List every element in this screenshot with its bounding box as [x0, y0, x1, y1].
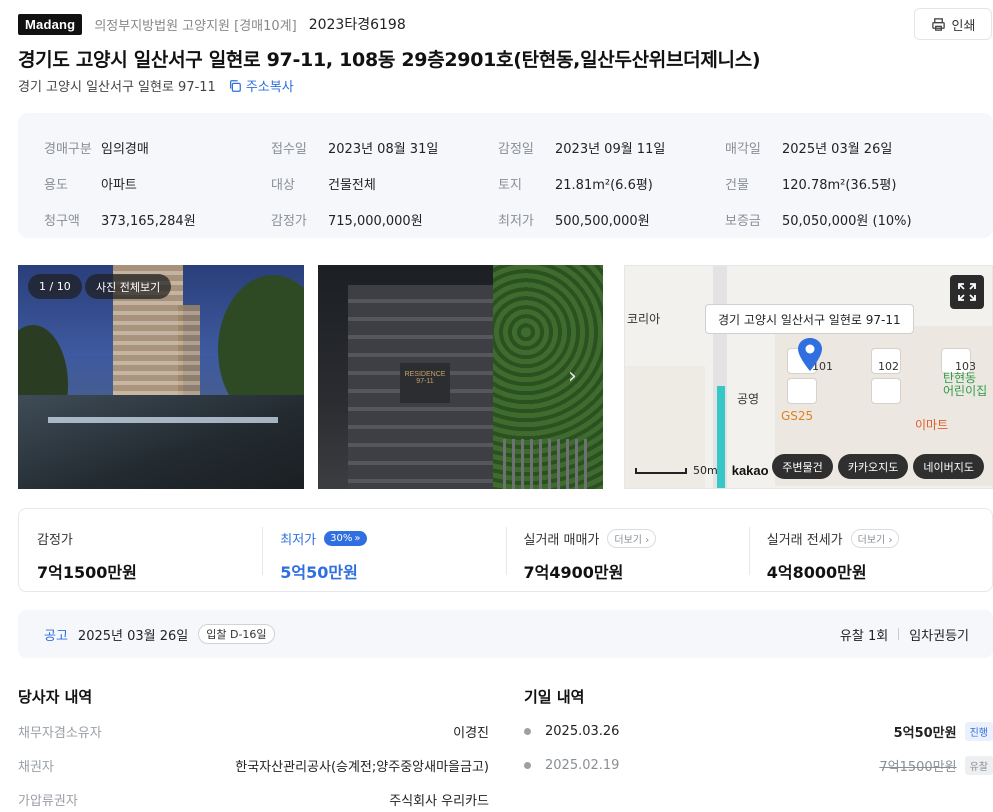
jeonse-price-label-row: 실거래 전세가 더보기 › — [766, 528, 992, 548]
timeline-dot — [524, 761, 531, 769]
auction-info-panel: 경매구분 임의경매 접수일 2023년 08월 31일 감정일 2023년 09월 1… — [18, 113, 993, 238]
appraisal-price-value: 7억1500만원 — [37, 563, 137, 582]
minimum-price-value: 5억50만원 — [280, 563, 358, 582]
map-building — [871, 378, 901, 404]
history-row: 2025.02.19 7억1500만원 유찰 — [524, 755, 993, 775]
map-label-korea: 코리아 — [627, 312, 661, 326]
info-minimum-price: 최저가 500,500,000원 — [498, 213, 650, 229]
map-label-kindergarten: 탄현동 어린이집 — [943, 371, 988, 398]
info-claim-amount: 청구액 373,165,284원 — [44, 213, 196, 229]
map-button-group: 주변물건 카카오지도 네이버지도 — [772, 454, 984, 479]
printer-icon — [931, 17, 945, 31]
map-fullscreen-button[interactable] — [950, 275, 984, 309]
map-address-tooltip: 경기 고양시 일산서구 일현로 97-11 — [705, 304, 914, 334]
copy-icon — [229, 79, 241, 92]
scale-label: 50m — [693, 464, 718, 477]
property-photo-2[interactable]: RESIDENCE 97-11 — [318, 265, 603, 489]
print-label: 인쇄 — [951, 18, 976, 34]
double-chevron-down-icon: » — [354, 532, 361, 544]
case-header: Madang 의정부지방법원 고양지원 [경매10계] 2023타경6198 — [18, 12, 406, 36]
nearby-listings-button[interactable]: 주변물건 — [772, 454, 833, 479]
notice-date: 2025년 03월 26일 — [77, 628, 189, 644]
building-sign: RESIDENCE 97-11 — [400, 363, 450, 403]
history-row: 2025.03.26 5억50만원 진행 — [524, 721, 993, 741]
madang-logo[interactable]: Madang — [18, 13, 83, 35]
chevron-right-icon: › — [645, 534, 650, 546]
map-scale: 50m kakao — [635, 463, 769, 478]
map-dong-102: 102 — [878, 360, 899, 373]
timeline-dot — [524, 727, 531, 735]
jeonse-more-button[interactable]: 더보기 › — [850, 528, 900, 548]
info-appraisal-date: 감정일 2023년 09월 11일 — [498, 141, 666, 157]
minimum-price-label-row: 최저가 30%» — [280, 529, 505, 548]
history-section-title: 기일 내역 — [524, 688, 585, 706]
party-row: 채권자 한국자산관리공사(승계전;양주중앙새마을금고) — [18, 759, 489, 775]
info-appraisal-price: 감정가 715,000,000원 — [271, 213, 423, 229]
location-pin-icon — [798, 338, 822, 371]
kakao-logo: kakao — [731, 463, 769, 478]
lease-registration: 임차권등기 — [909, 628, 969, 644]
map-label-emart: 이마트 — [915, 418, 949, 432]
trade-price-value: 7억4900만원 — [523, 563, 624, 582]
address-line: 경기 고양시 일산서구 일현로 97-11 주소복사 — [18, 76, 294, 95]
scale-bar — [635, 467, 687, 474]
parking-gate — [503, 439, 593, 489]
auction-info-grid: 경매구분 임의경매 접수일 2023년 08월 31일 감정일 2023년 09월 1… — [44, 129, 952, 237]
appraisal-price-label: 감정가 — [37, 532, 73, 548]
status-badge: 진행 — [964, 721, 993, 741]
info-building: 건물 120.78m²(36.5평) — [725, 177, 897, 193]
expand-icon — [958, 283, 976, 301]
property-title: 경기도 고양시 일산서구 일현로 97-11, 108동 29층2901호(탄현… — [18, 49, 761, 71]
fail-count: 유찰 1회 — [839, 628, 889, 644]
photo-counter: 1 / 10 — [28, 274, 82, 299]
minimum-price-label: 최저가 — [280, 532, 317, 548]
info-auction-type: 경매구분 임의경매 — [44, 141, 149, 157]
divider — [898, 628, 900, 640]
map-label-gs25: GS25 — [781, 409, 814, 423]
chevron-right-icon: › — [888, 534, 893, 546]
next-photo-icon[interactable]: › — [568, 364, 577, 389]
court-name: 의정부지방법원 고양지원 [경매10계] — [94, 18, 297, 34]
jeonse-price-value: 4억8000만원 — [766, 563, 867, 582]
trade-more-button[interactable]: 더보기 › — [607, 528, 657, 548]
naver-map-button[interactable]: 네이버지도 — [913, 454, 984, 479]
parties-section-title: 당사자 내역 — [18, 688, 93, 706]
price-summary: 감정가 7억1500만원 최저가 30%» 5억50만원 실거래 매매가 더보기… — [18, 508, 993, 592]
map-building — [787, 378, 817, 404]
info-land: 토지 21.81m²(6.6평) — [498, 177, 653, 193]
entrance-canopy — [18, 395, 304, 489]
info-deposit: 보증금 50,050,000원 (10%) — [725, 213, 912, 229]
appraisal-price-card: 감정가 7억1500만원 — [19, 509, 262, 591]
bid-dday-badge: 입찰 D-16일 — [198, 624, 275, 644]
party-row: 가압류권자 주식회사 우리카드 — [18, 793, 489, 809]
copy-address-button[interactable]: 주소복사 — [228, 76, 294, 95]
jeonse-price-label: 실거래 전세가 — [766, 532, 843, 548]
notice-tag: 공고 — [44, 628, 68, 644]
property-address: 경기 고양시 일산서구 일현로 97-11 — [18, 80, 216, 95]
notice-bar: 공고 2025년 03월 26일 입찰 D-16일 유찰 1회 임차권등기 — [18, 610, 993, 658]
trade-price-label-row: 실거래 매매가 더보기 › — [523, 528, 749, 548]
view-all-photos-button[interactable]: 사진 전체보기 — [85, 274, 172, 299]
print-button[interactable]: 인쇄 — [914, 8, 992, 40]
jeonse-price-card: 실거래 전세가 더보기 › 4억8000만원 — [748, 509, 992, 591]
minimum-price-card: 최저가 30%» 5억50만원 — [262, 509, 505, 591]
info-receipt-date: 접수일 2023년 08월 31일 — [271, 141, 439, 157]
trade-price-label: 실거래 매매가 — [523, 532, 600, 548]
discount-badge[interactable]: 30%» — [324, 530, 367, 546]
party-row: 채무자겸소유자 이경진 — [18, 725, 489, 741]
info-usage: 용도 아파트 — [44, 177, 137, 193]
location-map[interactable]: 101 102 103 코리아 공영 GS25 탄현동 어린이집 이마트 경기 … — [624, 265, 993, 489]
notice-info: 공고 2025년 03월 26일 입찰 D-16일 — [44, 610, 275, 658]
trade-price-card: 실거래 매매가 더보기 › 7억4900만원 — [505, 509, 749, 591]
map-label-gongyeong: 공영 — [737, 392, 760, 406]
case-number: 2023타경6198 — [308, 17, 406, 33]
info-target: 대상 건물전체 — [271, 177, 376, 193]
info-sale-date: 매각일 2025년 03월 26일 — [725, 141, 893, 157]
copy-address-label: 주소복사 — [245, 80, 294, 95]
kakao-map-button[interactable]: 카카오지도 — [837, 454, 909, 479]
status-badge: 유찰 — [964, 755, 993, 775]
notice-status: 유찰 1회 임차권등기 — [840, 610, 969, 658]
